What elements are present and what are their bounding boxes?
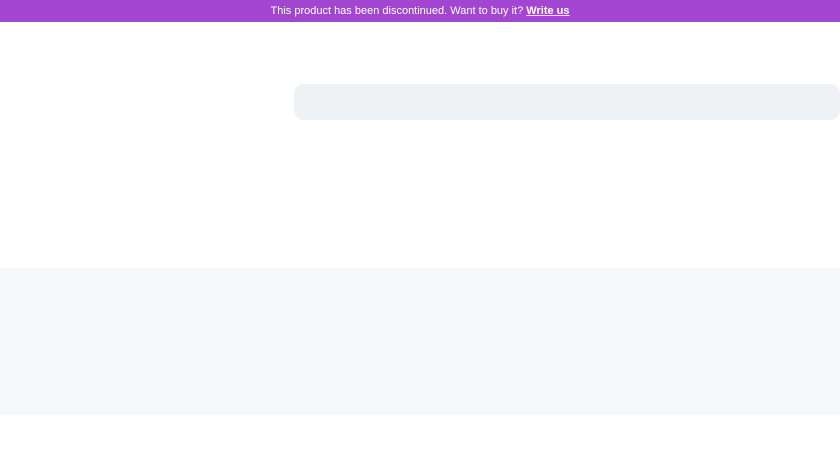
content-section [0, 268, 840, 415]
discontinued-banner: This product has been discontinued. Want… [0, 0, 840, 22]
write-us-link[interactable]: Write us [526, 5, 569, 17]
search-input[interactable] [294, 84, 840, 120]
banner-message: This product has been discontinued. Want… [270, 5, 527, 17]
